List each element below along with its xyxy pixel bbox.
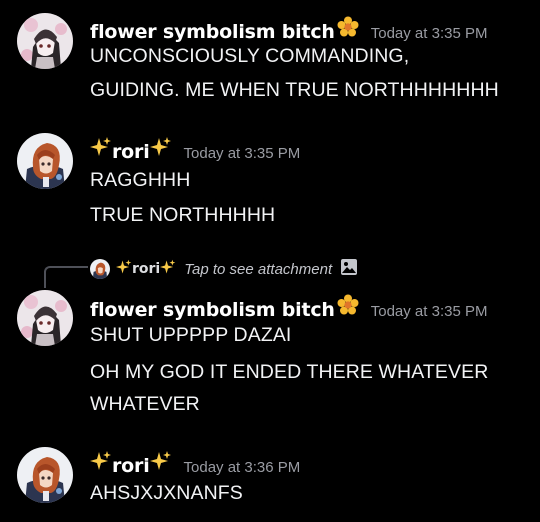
reply-text[interactable]: Tap to see attachment xyxy=(184,261,332,278)
username[interactable]: rori xyxy=(112,455,150,477)
sparkles-emoji-icon xyxy=(149,136,172,162)
avatar-flower-symbolism-bitch[interactable] xyxy=(17,13,73,69)
message-text: TRUE NORTHHHHH xyxy=(90,204,276,226)
sparkles-emoji-icon xyxy=(160,259,176,279)
sparkles-emoji-icon xyxy=(149,450,172,476)
blossom-emoji-icon xyxy=(337,294,359,320)
avatar-flower-symbolism-bitch[interactable] xyxy=(17,290,73,346)
blossom-emoji-icon xyxy=(337,16,359,42)
message-text: OH MY GOD IT ENDED THERE WHATEVER xyxy=(90,361,489,383)
avatar-rori[interactable] xyxy=(17,133,73,189)
timestamp: Today at 3:35 PM xyxy=(370,303,488,320)
timestamp: Today at 3:35 PM xyxy=(183,145,301,162)
message-header: flower symbolism bitch Today at 3:35 PM xyxy=(90,294,488,321)
username[interactable]: flower symbolism bitch xyxy=(90,21,335,43)
image-icon xyxy=(340,258,358,280)
timestamp: Today at 3:36 PM xyxy=(183,459,301,476)
message-text: RAGGHHH xyxy=(90,169,191,191)
sparkles-emoji-icon xyxy=(90,450,112,476)
timestamp: Today at 3:35 PM xyxy=(370,25,488,42)
username[interactable]: flower symbolism bitch xyxy=(90,299,335,321)
message-header: flower symbolism bitch Today at 3:35 PM xyxy=(90,16,488,43)
sparkles-emoji-icon xyxy=(116,259,132,279)
sparkles-emoji-icon xyxy=(90,136,112,162)
reply-spine xyxy=(44,266,88,288)
message-header: rori Today at 3:35 PM xyxy=(90,136,301,163)
avatar-rori[interactable] xyxy=(17,447,73,503)
reply-username[interactable]: rori xyxy=(132,261,160,277)
message-text: AHSJXJXNANFS xyxy=(90,482,243,504)
reply-avatar-rori xyxy=(90,259,110,279)
message-text: WHATEVER xyxy=(90,393,200,415)
message-header: rori Today at 3:36 PM xyxy=(90,450,301,477)
message-text: SHUT UPPPPP DAZAI xyxy=(90,324,292,346)
username[interactable]: rori xyxy=(112,141,150,163)
reply-preview[interactable]: rori Tap to see attachment xyxy=(90,258,358,280)
message-text: UNCONSCIOUSLY COMMANDING, xyxy=(90,45,410,67)
message-text: GUIDING. ME WHEN TRUE NORTHHHHHHH xyxy=(90,79,499,101)
